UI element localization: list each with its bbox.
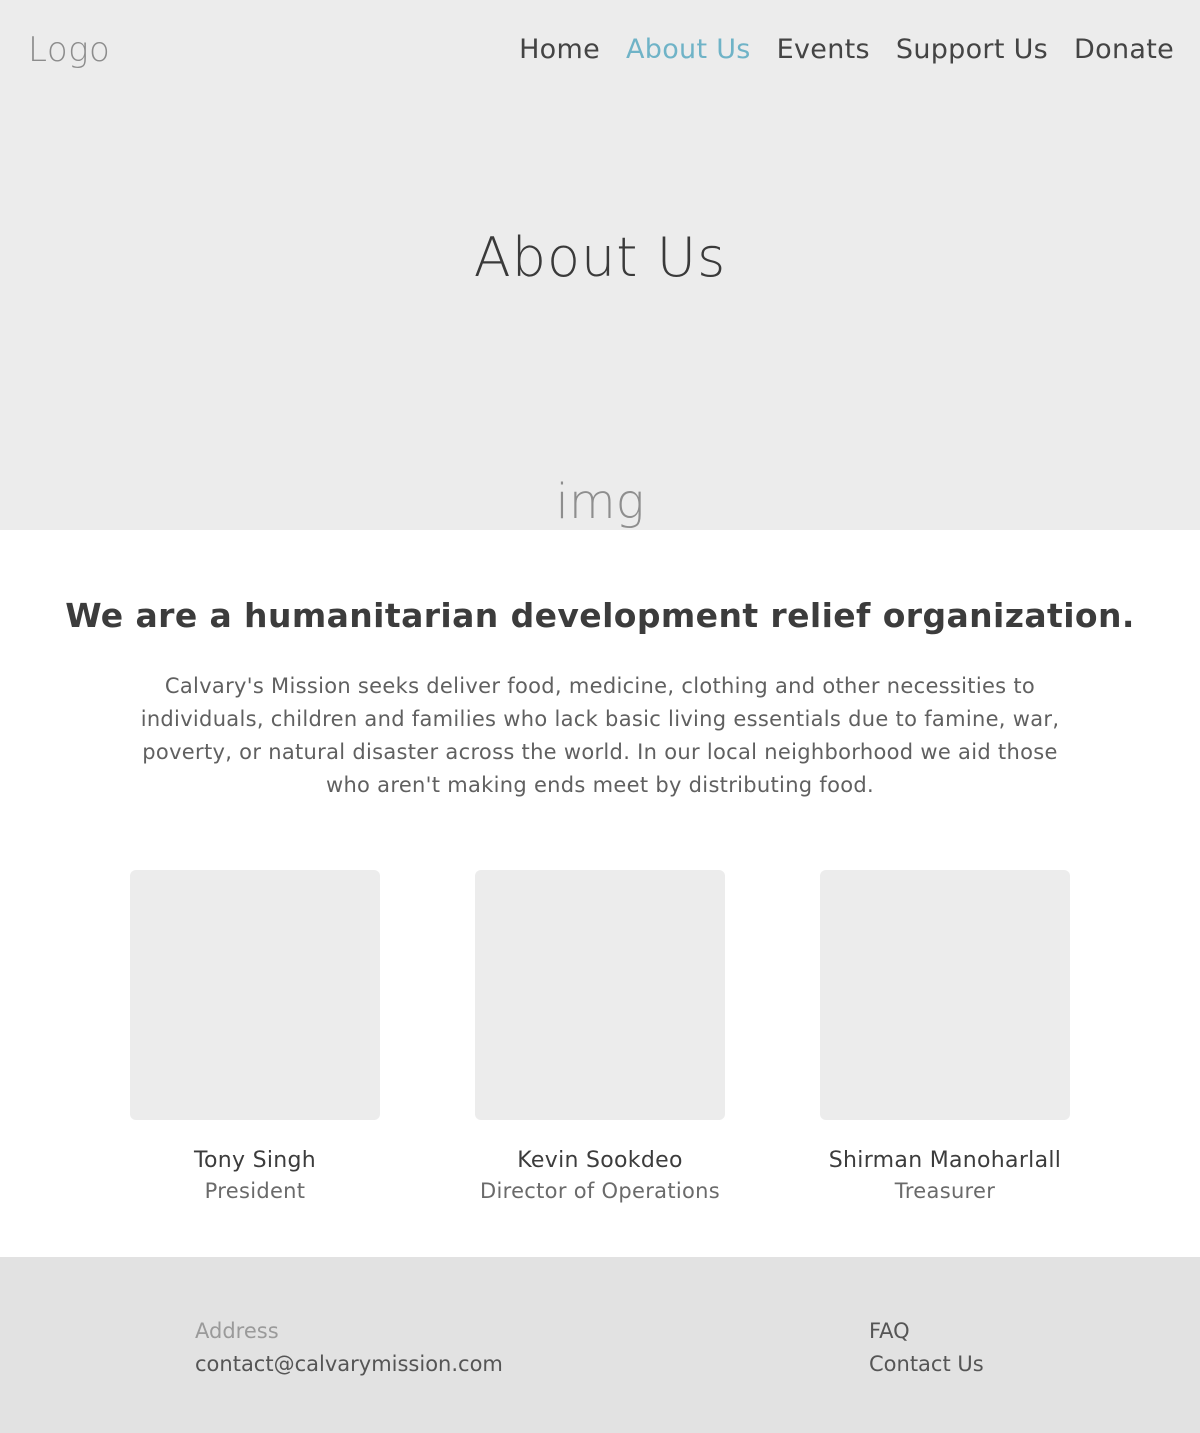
team-member-card: Shirman Manoharlall Treasurer	[820, 870, 1070, 1203]
site-logo[interactable]: Logo	[28, 30, 110, 70]
member-name: Kevin Sookdeo	[517, 1148, 683, 1173]
member-photo-placeholder	[475, 870, 725, 1120]
team-member-card: Tony Singh President	[130, 870, 380, 1203]
site-footer: Address contact@calvarymission.com FAQ C…	[0, 1257, 1200, 1433]
page-title: About Us	[473, 226, 727, 289]
nav-donate[interactable]: Donate	[1074, 34, 1174, 65]
mission-description: Calvary's Mission seeks deliver food, me…	[140, 674, 1060, 797]
member-name: Shirman Manoharlall	[828, 1148, 1062, 1173]
mission-headline: We are a humanitarian development relief…	[65, 596, 1135, 635]
hero-section: Logo Home About Us Events Support Us Don…	[0, 0, 1200, 530]
hero-image-placeholder: img	[555, 474, 645, 530]
nav-support-us[interactable]: Support Us	[896, 34, 1048, 65]
member-role: Director of Operations	[480, 1179, 720, 1203]
member-name: Tony Singh	[193, 1148, 317, 1173]
team-member-card: Kevin Sookdeo Director of Operations	[475, 870, 725, 1203]
main-nav: Home About Us Events Support Us Donate	[519, 34, 1174, 65]
member-role: Treasurer	[894, 1179, 996, 1203]
footer-contact-link[interactable]: Contact Us	[869, 1352, 984, 1376]
nav-events[interactable]: Events	[777, 34, 870, 65]
member-role: President	[204, 1179, 306, 1203]
nav-home[interactable]: Home	[519, 34, 600, 65]
footer-faq-link[interactable]: FAQ	[869, 1319, 910, 1343]
member-photo-placeholder	[130, 870, 380, 1120]
footer-address: Address	[195, 1319, 279, 1343]
footer-email-link[interactable]: contact@calvarymission.com	[195, 1352, 503, 1376]
member-photo-placeholder	[820, 870, 1070, 1120]
nav-about-us[interactable]: About Us	[626, 34, 751, 65]
